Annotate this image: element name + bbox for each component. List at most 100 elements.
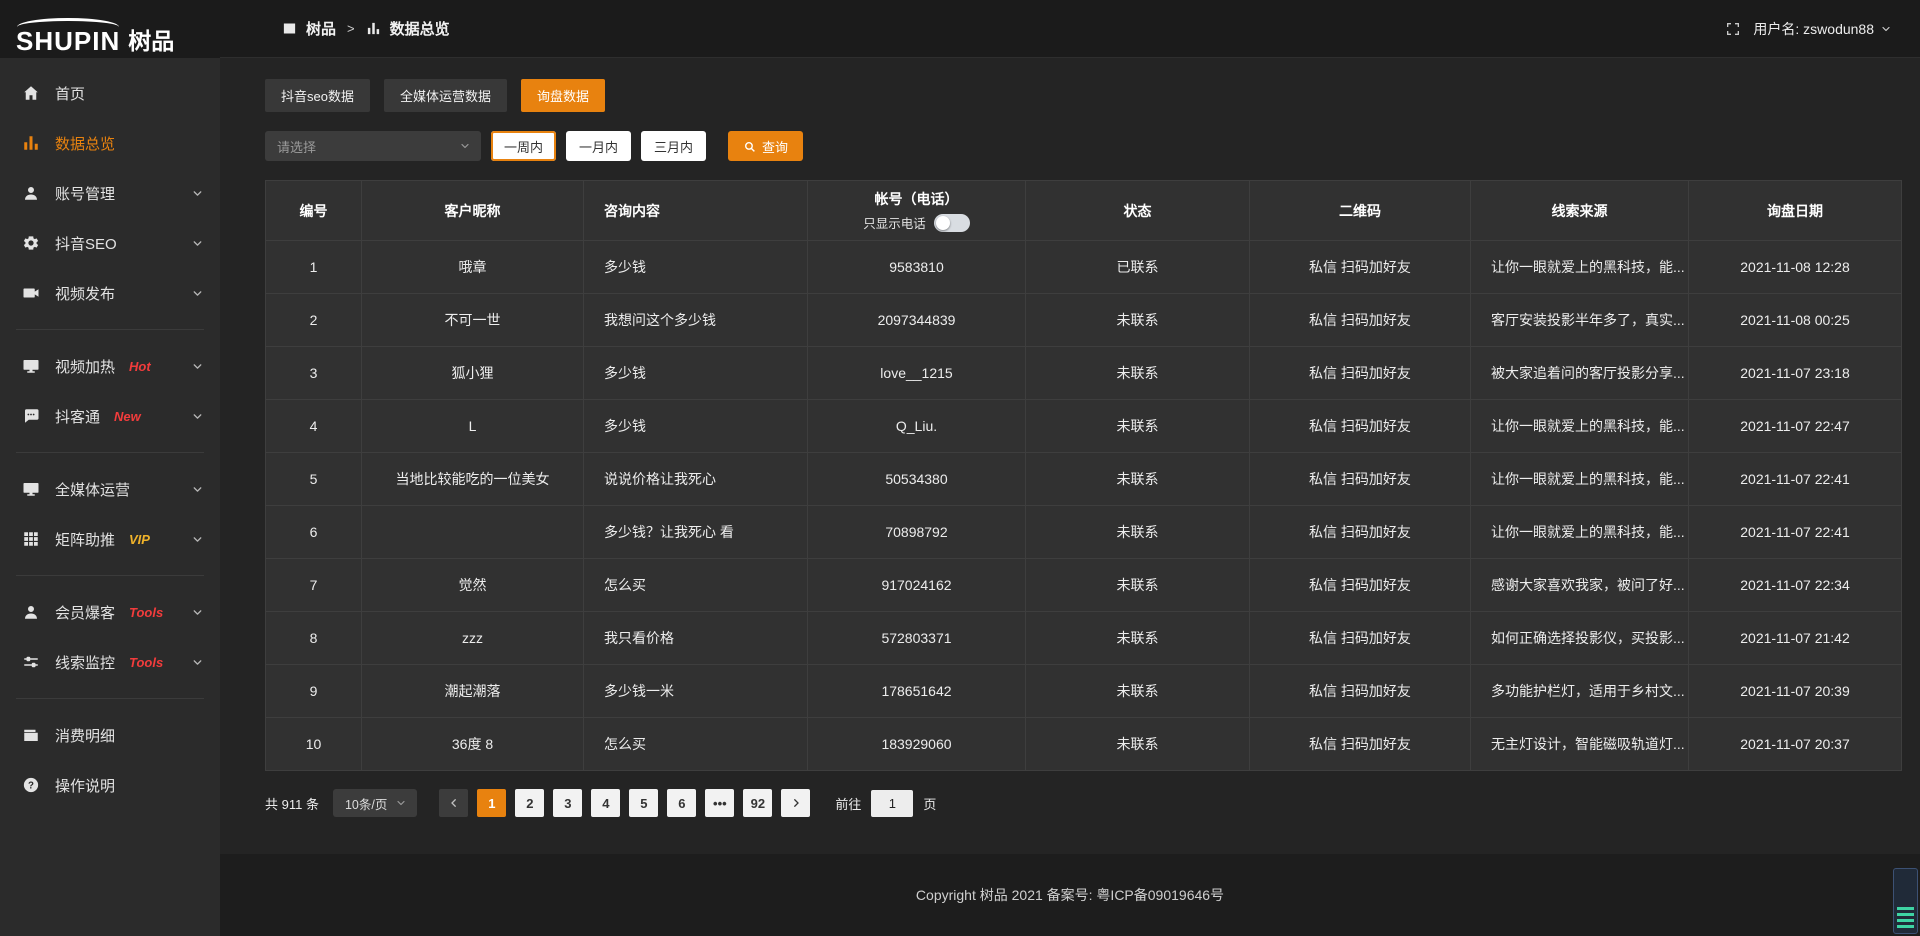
cell-qrcode[interactable]: 私信 扫码加好友: [1250, 400, 1471, 453]
sidebar-badge-new: New: [114, 409, 141, 424]
cell-source[interactable]: 无主灯设计，智能磁吸轨道灯...: [1471, 718, 1689, 771]
cell-qrcode[interactable]: 私信 扫码加好友: [1250, 665, 1471, 718]
cell-source[interactable]: 客厅安装投影半年多了，真实...: [1471, 294, 1689, 347]
chevron-down-icon: [191, 483, 204, 496]
page-button-4[interactable]: 4: [591, 789, 620, 817]
phone-only-toggle[interactable]: [934, 214, 970, 232]
page-size-select[interactable]: 10条/页: [333, 789, 417, 817]
filter-row: 请选择 一周内一月内三月内 查询: [265, 131, 1902, 161]
page-button-92[interactable]: 92: [743, 789, 772, 817]
cell-date: 2021-11-07 21:42: [1689, 612, 1902, 665]
page-button-2[interactable]: 2: [515, 789, 544, 817]
table-row: 3狐小狸多少钱love__1215未联系私信 扫码加好友被大家追着问的客厅投影分…: [266, 347, 1902, 400]
sidebar-item-video-publish[interactable]: 视频发布: [0, 268, 220, 318]
wallet-icon: [22, 726, 40, 744]
video-icon: [22, 284, 40, 302]
cell-source[interactable]: 被大家追着问的客厅投影分享...: [1471, 347, 1689, 400]
tab-douyin-seo-data[interactable]: 抖音seo数据: [265, 79, 370, 112]
cell-source[interactable]: 让你一眼就爱上的黑科技，能...: [1471, 453, 1689, 506]
cell-date: 2021-11-07 20:37: [1689, 718, 1902, 771]
cell-source[interactable]: 如何正确选择投影仪，买投影...: [1471, 612, 1689, 665]
cell-account: 2097344839: [808, 294, 1026, 347]
cell-qrcode[interactable]: 私信 扫码加好友: [1250, 294, 1471, 347]
search-button[interactable]: 查询: [728, 131, 803, 161]
sidebar-item-home[interactable]: 首页: [0, 68, 220, 118]
goto-page-input[interactable]: [871, 790, 913, 817]
cell-qrcode[interactable]: 私信 扫码加好友: [1250, 453, 1471, 506]
cell-content: 怎么买: [584, 559, 808, 612]
range-button-month[interactable]: 一月内: [566, 131, 631, 161]
search-icon: [743, 140, 756, 153]
cell-account: 9583810: [808, 241, 1026, 294]
user-icon: [22, 184, 40, 202]
sidebar-item-douyin-seo[interactable]: 抖音SEO: [0, 218, 220, 268]
sidebar-item-media-operation[interactable]: 全媒体运营: [0, 464, 220, 514]
page-size-value: 10条/页: [345, 794, 387, 813]
tab-media-operation-data[interactable]: 全媒体运营数据: [384, 79, 507, 112]
cell-qrcode[interactable]: 私信 扫码加好友: [1250, 559, 1471, 612]
next-page-button[interactable]: [781, 789, 810, 817]
cell-date: 2021-11-08 00:25: [1689, 294, 1902, 347]
sidebar-item-douketong[interactable]: 抖客通New: [0, 391, 220, 441]
page-button-5[interactable]: 5: [629, 789, 658, 817]
sidebar-item-account-management[interactable]: 账号管理: [0, 168, 220, 218]
search-button-label: 查询: [762, 137, 788, 156]
cell-id: 7: [266, 559, 362, 612]
cell-id: 5: [266, 453, 362, 506]
gear-icon: [22, 234, 40, 252]
cell-account: love__1215: [808, 347, 1026, 400]
username[interactable]: 用户名: zswodun88: [1753, 19, 1874, 39]
sidebar-item-consumption-detail[interactable]: 消费明细: [0, 710, 220, 760]
cell-account: 183929060: [808, 718, 1026, 771]
range-button-week[interactable]: 一周内: [491, 131, 556, 161]
cell-source[interactable]: 让你一眼就爱上的黑科技，能...: [1471, 400, 1689, 453]
sidebar-item-data-overview[interactable]: 数据总览: [0, 118, 220, 168]
cell-account: 178651642: [808, 665, 1026, 718]
pagination: 共 911 条 10条/页 123456•••92 前往 页: [265, 789, 1902, 817]
sidebar-item-member-baoke[interactable]: 会员爆客Tools: [0, 587, 220, 637]
cell-qrcode[interactable]: 私信 扫码加好友: [1250, 241, 1471, 294]
chevron-down-icon: [191, 287, 204, 300]
cell-content: 多少钱: [584, 347, 808, 400]
cell-source[interactable]: 多功能护栏灯，适用于乡村文...: [1471, 665, 1689, 718]
filter-select[interactable]: 请选择: [265, 131, 481, 161]
prev-arrow-icon: [448, 797, 460, 809]
cell-status: 已联系: [1026, 241, 1250, 294]
goto-suffix: 页: [923, 794, 936, 813]
fullscreen-icon[interactable]: [1725, 21, 1741, 37]
cell-qrcode[interactable]: 私信 扫码加好友: [1250, 718, 1471, 771]
more-pages-button[interactable]: •••: [705, 789, 734, 817]
cell-nickname: 哦章: [362, 241, 584, 294]
cell-source[interactable]: 让你一眼就爱上的黑科技，能...: [1471, 241, 1689, 294]
breadcrumb-current: 数据总览: [390, 18, 450, 39]
range-button-quarter[interactable]: 三月内: [641, 131, 706, 161]
sidebar-item-lead-monitor[interactable]: 线索监控Tools: [0, 637, 220, 687]
table-row: 6多少钱？让我死心 看70898792未联系私信 扫码加好友让你一眼就爱上的黑科…: [266, 506, 1902, 559]
sidebar-item-video-heating[interactable]: 视频加热Hot: [0, 341, 220, 391]
chevron-down-icon: [191, 187, 204, 200]
tab-inquiry-data[interactable]: 询盘数据: [521, 79, 605, 112]
cell-account: 572803371: [808, 612, 1026, 665]
sidebar-divider: [16, 452, 204, 453]
cell-source[interactable]: 感谢大家喜欢我家，被问了好...: [1471, 559, 1689, 612]
page-button-6[interactable]: 6: [667, 789, 696, 817]
sidebar-item-operation-guide[interactable]: ?操作说明: [0, 760, 220, 810]
page-button-3[interactable]: 3: [553, 789, 582, 817]
table-row: 9潮起潮落多少钱一米178651642未联系私信 扫码加好友多功能护栏灯，适用于…: [266, 665, 1902, 718]
prev-page-button[interactable]: [439, 789, 468, 817]
cell-status: 未联系: [1026, 294, 1250, 347]
cell-qrcode[interactable]: 私信 扫码加好友: [1250, 506, 1471, 559]
table-row: 4L多少钱Q_Liu.未联系私信 扫码加好友让你一眼就爱上的黑科技，能...20…: [266, 400, 1902, 453]
cell-qrcode[interactable]: 私信 扫码加好友: [1250, 347, 1471, 400]
next-arrow-icon: [790, 797, 802, 809]
sidebar-item-label: 首页: [55, 83, 85, 104]
cell-qrcode[interactable]: 私信 扫码加好友: [1250, 612, 1471, 665]
sidebar-item-label: 视频加热: [55, 356, 115, 377]
sidebar-item-matrix-boost[interactable]: 矩阵助推VIP: [0, 514, 220, 564]
page-button-1[interactable]: 1: [477, 789, 506, 817]
right-column: 树品 > 数据总览 用户名: zswodun88 抖音seo数据全媒体运营数据询…: [220, 0, 1920, 936]
table-row: 8zzz我只看价格572803371未联系私信 扫码加好友如何正确选择投影仪，买…: [266, 612, 1902, 665]
user-menu-chevron-icon[interactable]: [1880, 23, 1892, 35]
cell-source[interactable]: 让你一眼就爱上的黑科技，能...: [1471, 506, 1689, 559]
breadcrumb-home[interactable]: 树品: [306, 18, 336, 39]
